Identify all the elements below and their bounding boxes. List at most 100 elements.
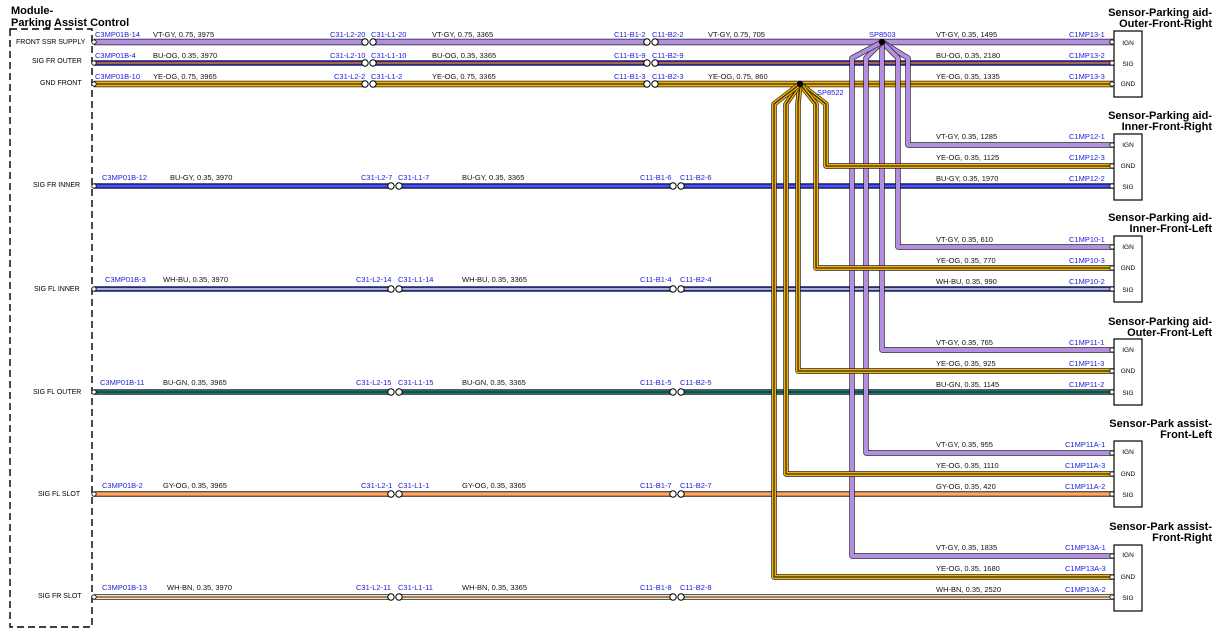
- connector-terminal: [387, 285, 395, 293]
- row-connector-label: C11-B2-8: [680, 583, 712, 592]
- sensor-wire-label: VT-GY, 0.35, 1495: [936, 30, 997, 39]
- connector-terminal: [387, 182, 395, 190]
- sensor-wire-label: WH-BU, 0.35, 990: [936, 277, 997, 286]
- row-wire-label: VT-GY, 0.75, 3365: [432, 30, 493, 39]
- ign-branch-4: [850, 40, 1114, 558]
- gnd-branch-2-outline: [795, 83, 1114, 374]
- row-wire-label: BU-GN, 0.35, 3365: [462, 378, 526, 387]
- sensor-connector-label: C1MP11-1: [1069, 338, 1104, 347]
- sensor-terminal: [1109, 286, 1115, 292]
- connector-terminal: [361, 80, 369, 88]
- sensor-title-line2: Front-Right: [1152, 532, 1212, 544]
- sensor-wire-label: YE-OG, 0.35, 1680: [936, 564, 1000, 573]
- module-title-line2: Parking Assist Control: [11, 17, 129, 29]
- connector-terminal: [651, 38, 659, 46]
- row-connector-label: C31-L2-14: [356, 275, 391, 284]
- sensor-pin-label: SIG: [1122, 492, 1133, 499]
- module-signal-sig-fr-inner: SIG FR INNER: [33, 182, 80, 189]
- sensor-connector-label: C1MP10-2: [1069, 277, 1105, 286]
- module-terminal: [91, 81, 97, 87]
- sensor-pin-label: SIG: [1122, 184, 1133, 191]
- ign-branch-2: [880, 42, 1114, 352]
- sensor-connector-label: C1MP13-2: [1069, 51, 1105, 60]
- sensor-outer-front-left: Sensor-Parking aid- Outer-Front-Left IGN…: [1108, 316, 1212, 406]
- sensor-pin-label: GND: [1121, 574, 1136, 581]
- sensor-connector-label: C1MP13A-3: [1065, 564, 1106, 573]
- sensor-pin-label: SIG: [1122, 595, 1133, 602]
- sensor-outer-front-right: Sensor-Parking aid- Outer-Front-Right IG…: [1108, 7, 1212, 98]
- connector-terminal: [361, 38, 369, 46]
- module-terminal: [91, 491, 97, 497]
- row-wire-label: WH-BU, 0.35, 3970: [163, 275, 228, 284]
- sensor-pin-label: IGN: [1122, 40, 1134, 47]
- row-connector-label: C11-B1-6: [640, 173, 672, 182]
- sensor-terminal: [1109, 594, 1115, 600]
- sensor-pin-label: SIG: [1122, 61, 1133, 68]
- row-connector-label: C31-L1-10: [371, 51, 406, 60]
- row-connector-label: C31-L2-20: [330, 30, 365, 39]
- sensor-terminal: [1109, 142, 1115, 148]
- sensor-connector-label: C1MP13-3: [1069, 72, 1105, 81]
- connector-terminal: [677, 182, 685, 190]
- sensor-title-line2: Outer-Front-Left: [1127, 327, 1212, 339]
- row-wire-label: BU-OG, 0.35, 3970: [153, 51, 217, 60]
- connector-terminal: [651, 80, 659, 88]
- sensor-terminal: [1109, 183, 1115, 189]
- connector-terminal: [643, 80, 651, 88]
- sensor-wire-label: YE-OG, 0.35, 1125: [936, 153, 999, 162]
- sensor-connector-label: C1MP10-3: [1069, 256, 1105, 265]
- row-wire-label: YE-OG, 0.75, 860: [708, 72, 768, 81]
- gnd-branch-2: [796, 83, 1114, 373]
- module-signal-sig-fl-slot: SIG FL SLOT: [38, 491, 81, 498]
- row-wire-label: BU-GY, 0.35, 3365: [462, 173, 524, 182]
- sensor-park-assist-front-right: Sensor-Park assist- Front-Right IGN GND …: [1109, 521, 1212, 612]
- sensor-wire-label: YE-OG, 0.35, 1110: [936, 461, 999, 470]
- connector-terminal: [369, 80, 377, 88]
- row-connector-label: C11-B2-4: [680, 275, 712, 284]
- connector-terminal: [677, 593, 685, 601]
- sensor-title-line2: Inner-Front-Right: [1122, 121, 1213, 133]
- sensor-pin-label: GND: [1121, 163, 1136, 170]
- ign-branch-4-outline: [849, 39, 1114, 559]
- row-connector-label: C11-B2-6: [680, 173, 712, 182]
- row-connector-label: C11-B2-9: [652, 51, 684, 60]
- sensor-connector-label: C1MP11A-2: [1065, 482, 1105, 491]
- sensor-wire-label: VT-GY, 0.35, 1835: [936, 543, 997, 552]
- row-connector-label: C11-B1-5: [640, 378, 672, 387]
- row-pin-label: C3MP01B-4: [95, 51, 136, 60]
- sensor-wire-label: VT-GY, 0.35, 610: [936, 235, 993, 244]
- row-sig-fl-outer: C3MP01B-11 BU-GN, 0.35, 3965 C31-L2-15 C…: [100, 378, 712, 387]
- row-wire-label: VT-GY, 0.75, 3975: [153, 30, 214, 39]
- sensor-terminal: [1109, 163, 1115, 169]
- sensor-terminal: [1109, 491, 1115, 497]
- row-wire-label: BU-GY, 0.35, 3970: [170, 173, 232, 182]
- row-sig-fr-outer: C3MP01B-4 BU-OG, 0.35, 3970 C31-L2-10 C3…: [95, 51, 684, 60]
- ign-branch-2-outline: [879, 42, 1114, 353]
- sensor-wire-label: VT-GY, 0.35, 955: [936, 440, 993, 449]
- row-pin-label: C3MP01B-12: [102, 173, 147, 182]
- row-sig-fl-slot: C3MP01B-2 GY-OG, 0.35, 3965 C31-L2-1 C31…: [102, 481, 712, 490]
- sensor-terminal: [1109, 244, 1115, 250]
- row-connector-label: C31-L2-2: [334, 72, 365, 81]
- sensor-pin-label: GND: [1121, 81, 1136, 88]
- sensor-title-line2: Front-Left: [1160, 429, 1212, 441]
- row-front-ssr-supply: C3MP01B-14 VT-GY, 0.75, 3975 C31-L2-20 C…: [95, 30, 765, 39]
- sensor-terminal: [1109, 368, 1115, 374]
- sensor-pin-label: GND: [1121, 471, 1136, 478]
- row-wire-label: WH-BN, 0.35, 3970: [167, 583, 232, 592]
- row-sig-fr-inner: C3MP01B-12 BU-GY, 0.35, 3970 C31-L2-7 C3…: [102, 173, 712, 182]
- module-signal-sig-fr-slot: SIG FR SLOT: [38, 593, 82, 600]
- sensor-terminal: [1109, 553, 1115, 559]
- sensor-terminal: [1109, 450, 1115, 456]
- gnd-branch-2-stripe: [797, 83, 1114, 372]
- row-connector-label: C31-L2-11: [356, 583, 391, 592]
- splice-label-sp8503: SP8503: [869, 30, 896, 39]
- connector-terminal: [395, 182, 403, 190]
- row-connector-label: C31-L1-11: [398, 583, 433, 592]
- splice-sp8503-dot: [878, 38, 886, 46]
- row-connector-label: C31-L2-15: [356, 378, 391, 387]
- sensor-connector-label: C1MP11-3: [1069, 359, 1104, 368]
- row-connector-label: C11-B2-3: [652, 72, 684, 81]
- sensor-title-line2: Inner-Front-Left: [1130, 223, 1213, 235]
- sensor-connector-label: C1MP13A-2: [1065, 585, 1106, 594]
